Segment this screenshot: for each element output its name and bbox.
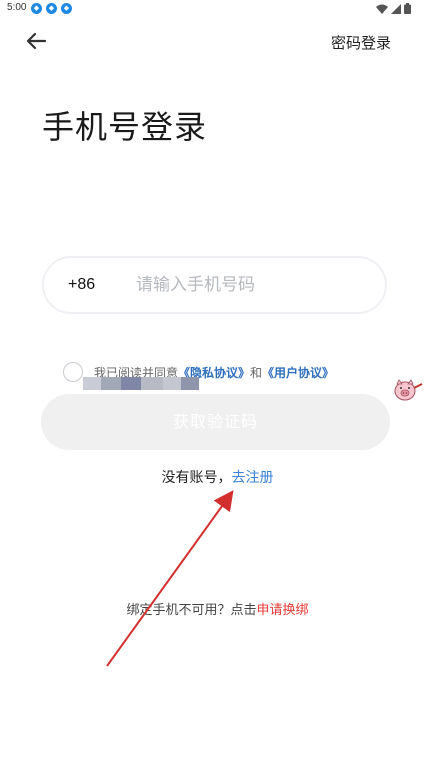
wifi-icon xyxy=(376,4,388,14)
status-icons xyxy=(376,3,411,14)
battery-icon xyxy=(404,3,411,14)
page-title: 手机号登录 xyxy=(42,108,208,146)
phone-field: +86 xyxy=(42,256,387,314)
register-link[interactable]: 去注册 xyxy=(232,470,274,486)
notification-icon: ◆ xyxy=(46,3,57,14)
password-login-link[interactable]: 密码登录 xyxy=(331,32,391,53)
rebind-link[interactable]: 申请换绑 xyxy=(257,603,309,618)
agreement-conjunction: 和 xyxy=(250,365,263,380)
arrow-left-icon xyxy=(26,32,47,50)
get-code-button[interactable]: 获取验证码 xyxy=(41,394,390,450)
country-code[interactable]: +86 xyxy=(68,276,134,294)
status-bar: 5:00 ◆ ◆ ◆ xyxy=(0,0,435,18)
notification-icon: ◆ xyxy=(61,3,72,14)
phone-input[interactable] xyxy=(134,274,358,296)
back-button[interactable] xyxy=(22,27,50,55)
register-row: 没有账号，去注册 xyxy=(0,467,435,487)
rebind-row: 绑定手机不可用？点击申请换绑 xyxy=(0,599,435,618)
signal-icon xyxy=(391,3,401,14)
rebind-prompt: 绑定手机不可用？点击 xyxy=(126,603,257,618)
agreement-checkbox[interactable] xyxy=(63,362,83,382)
notification-icon: ◆ xyxy=(31,3,42,14)
user-agreement-link[interactable]: 《用户协议》 xyxy=(262,364,334,381)
pixelated-overlay xyxy=(83,377,199,390)
pig-mascot-icon xyxy=(392,376,424,404)
register-prompt: 没有账号， xyxy=(161,470,232,486)
status-time: 5:00 xyxy=(7,2,27,13)
